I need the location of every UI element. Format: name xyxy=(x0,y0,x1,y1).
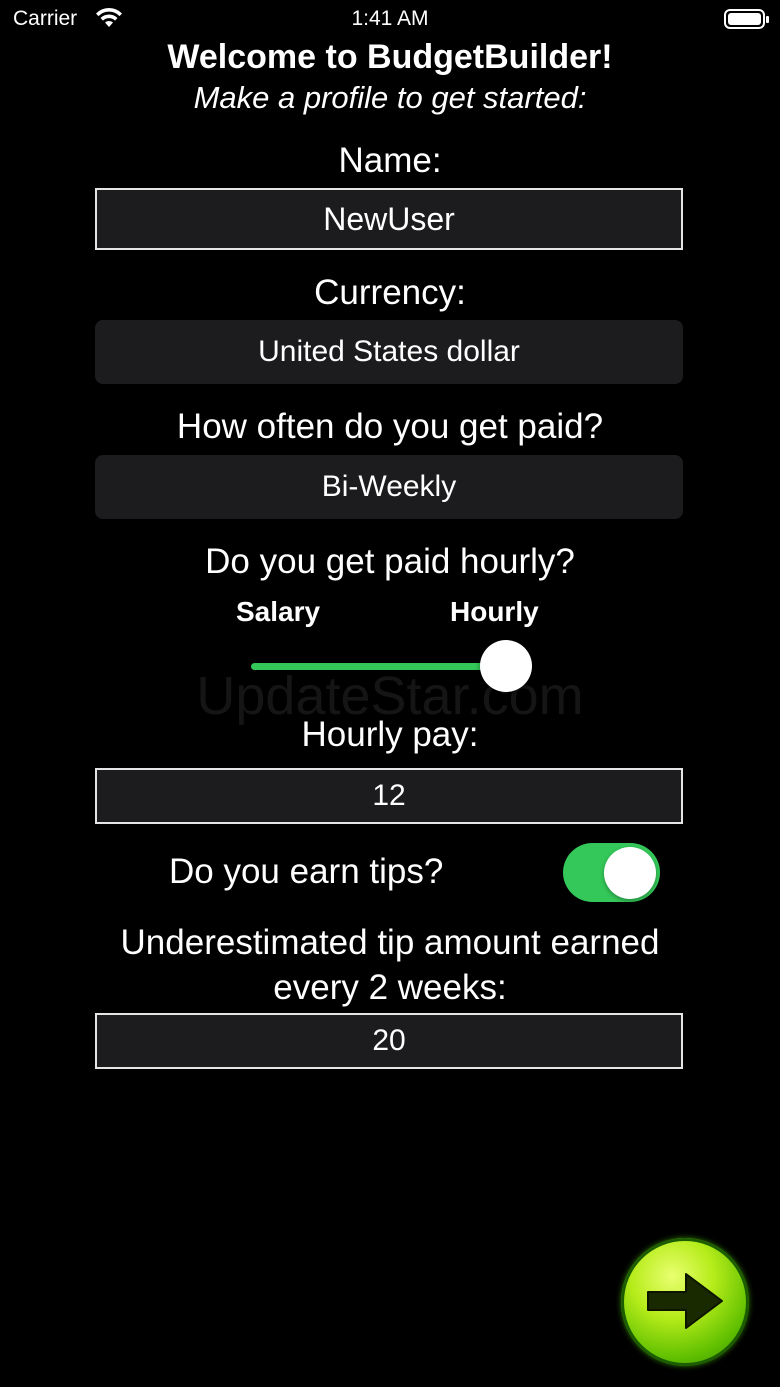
tip-amount-value: 20 xyxy=(372,1024,406,1057)
currency-selector[interactable]: United States dollar xyxy=(95,320,683,384)
pay-frequency-value: Bi-Weekly xyxy=(321,470,457,503)
tips-label: Do you earn tips? xyxy=(169,852,444,891)
currency-selector-value: United States dollar xyxy=(258,335,520,368)
arrow-right-icon[interactable] xyxy=(646,1268,726,1334)
pay-frequency-selector[interactable]: Bi-Weekly xyxy=(95,455,683,519)
hourly-option-label[interactable]: Hourly xyxy=(450,596,539,628)
hourly-pay-field[interactable]: 12 xyxy=(95,768,683,824)
tip-amount-label-line1: Underestimated tip amount earned xyxy=(120,923,660,962)
name-field-value: NewUser xyxy=(323,200,455,237)
tips-toggle-knob[interactable] xyxy=(604,847,656,899)
hourly-pay-label: Hourly pay: xyxy=(301,715,479,754)
page-subtitle: Make a profile to get started: xyxy=(193,80,587,115)
status-time: 1:41 AM xyxy=(351,7,429,30)
page-title: Welcome to BudgetBuilder! xyxy=(167,38,613,76)
battery-icon xyxy=(724,9,769,29)
tip-amount-field[interactable]: 20 xyxy=(95,1013,683,1069)
currency-label: Currency: xyxy=(314,273,466,312)
tip-amount-label-line2: every 2 weeks: xyxy=(273,968,507,1007)
salary-option-label[interactable]: Salary xyxy=(236,596,320,628)
hourly-pay-value: 12 xyxy=(372,779,406,812)
name-field[interactable]: NewUser xyxy=(95,188,683,250)
pay-type-slider-track[interactable] xyxy=(251,663,506,670)
pay-frequency-label: How often do you get paid? xyxy=(176,407,604,446)
name-label: Name: xyxy=(338,141,442,180)
pay-type-slider-thumb[interactable] xyxy=(480,640,532,692)
hourly-question-label: Do you get paid hourly? xyxy=(205,542,575,581)
